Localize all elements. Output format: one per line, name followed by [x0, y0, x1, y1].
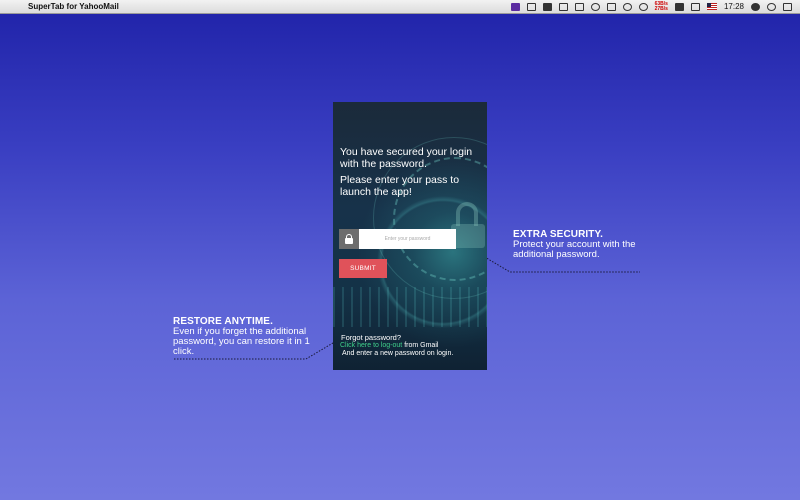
flag-icon[interactable] — [706, 3, 717, 10]
extra-security-callout: EXTRA SECURITY. Protect your account wit… — [513, 230, 643, 260]
clock[interactable]: 17:28 — [724, 2, 744, 11]
spotlight-icon[interactable] — [767, 2, 776, 11]
logout-suffix: from Gmail — [402, 342, 439, 349]
network-speed-icon[interactable]: 63B/s 27B/s — [655, 1, 668, 12]
box-icon[interactable] — [558, 2, 568, 11]
lock-screen-panel: You have secured your login with the pas… — [333, 102, 487, 370]
password-input[interactable] — [359, 229, 456, 249]
airplay-icon[interactable] — [606, 2, 616, 11]
forgot-password-label: Forgot password? — [341, 333, 402, 342]
secured-message: You have secured your login with the pas… — [340, 146, 473, 170]
submit-button[interactable]: SUBMIT — [339, 259, 387, 278]
yahoo-mail-icon[interactable] — [510, 2, 520, 11]
enter-pass-message: Please enter your pass to launch the app… — [340, 174, 460, 198]
logout-link[interactable]: Click here to log-out — [340, 342, 402, 349]
background-lock-icon — [451, 202, 485, 248]
cloud-icon[interactable] — [590, 2, 600, 11]
restore-anytime-callout: RESTORE ANYTIME. Even if you forget the … — [173, 317, 323, 357]
status-icons: 63B/s 27B/s 17:28 — [510, 0, 792, 13]
new-password-note: And enter a new password on login. — [342, 350, 454, 357]
callout-body: Protect your account with the additional… — [513, 239, 636, 260]
display-icon[interactable] — [574, 2, 584, 11]
battery-icon[interactable] — [690, 2, 700, 11]
callout-body: Even if you forget the additional passwo… — [173, 326, 310, 357]
menu-icon[interactable] — [783, 2, 792, 11]
wifi-icon[interactable] — [638, 2, 648, 11]
user-icon[interactable] — [751, 2, 760, 11]
password-row — [339, 229, 456, 249]
circuit-lines — [333, 287, 487, 327]
dropbox-icon[interactable] — [526, 2, 536, 11]
volume-icon[interactable] — [674, 2, 684, 11]
app-name-menu[interactable]: SuperTab for YahooMail — [28, 2, 119, 11]
text-icon[interactable] — [542, 2, 552, 11]
lock-icon — [339, 229, 359, 249]
time-machine-icon[interactable] — [622, 2, 632, 11]
menu-bar: SuperTab for YahooMail 63B/s 27B/s 17:28 — [0, 0, 800, 14]
logout-line: Click here to log-out from Gmail — [340, 342, 438, 349]
